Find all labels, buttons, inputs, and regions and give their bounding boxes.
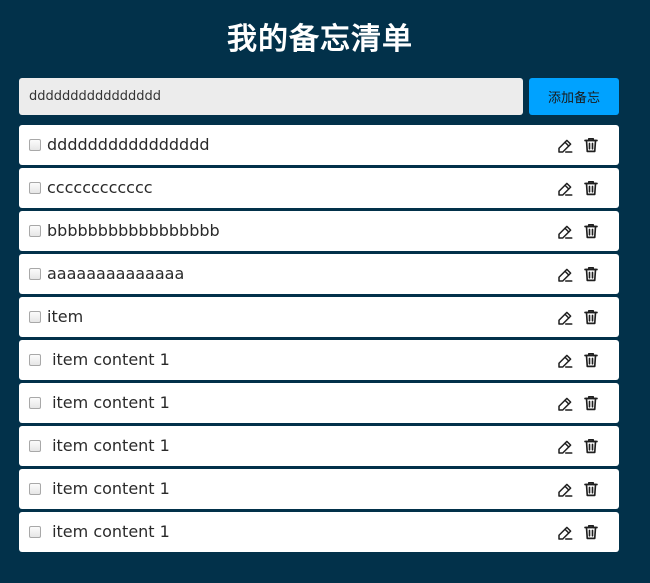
memo-checkbox[interactable] [29,311,41,323]
trash-icon[interactable] [582,394,600,412]
edit-icon[interactable] [556,395,574,413]
add-memo-form: 添加备忘 [19,78,619,115]
memo-checkbox[interactable] [29,440,41,452]
memo-checkbox[interactable] [29,483,41,495]
memo-text: item [47,307,84,326]
memo-item: item content 1 [19,469,619,509]
trash-icon[interactable] [582,222,600,240]
memo-item: aaaaaaaaaaaaaa [19,254,619,294]
memo-text: bbbbbbbbbbbbbbbbb [47,221,220,240]
memo-text: item content 1 [47,350,170,369]
trash-icon[interactable] [582,265,600,283]
memo-item: item [19,297,619,337]
edit-icon[interactable] [556,352,574,370]
memo-checkbox[interactable] [29,268,41,280]
memo-text: item content 1 [47,522,170,541]
memo-item: dddddddddddddddd [19,125,619,165]
memo-text: item content 1 [47,479,170,498]
memo-text: dddddddddddddddd [47,135,210,154]
memo-item: cccccccccccc [19,168,619,208]
memo-checkbox[interactable] [29,139,41,151]
memo-item: item content 1 [19,383,619,423]
add-memo-button[interactable]: 添加备忘 [529,78,619,115]
trash-icon[interactable] [582,179,600,197]
memo-app: 我的备忘清单 添加备忘 dddddddddddddddd ccccccccccc… [0,0,650,583]
edit-icon[interactable] [556,180,574,198]
trash-icon[interactable] [582,351,600,369]
edit-icon[interactable] [556,223,574,241]
memo-checkbox[interactable] [29,182,41,194]
page-title: 我的备忘清单 [227,22,413,57]
memo-checkbox[interactable] [29,526,41,538]
memo-list: dddddddddddddddd cccccccccccc bbbbbbbbbb… [19,125,619,555]
trash-icon[interactable] [582,437,600,455]
memo-text: aaaaaaaaaaaaaa [47,264,185,283]
memo-text: item content 1 [47,436,170,455]
edit-icon[interactable] [556,438,574,456]
edit-icon[interactable] [556,137,574,155]
memo-input[interactable] [19,78,523,115]
memo-item: item content 1 [19,426,619,466]
edit-icon[interactable] [556,266,574,284]
memo-checkbox[interactable] [29,225,41,237]
edit-icon[interactable] [556,524,574,542]
edit-icon[interactable] [556,481,574,499]
trash-icon[interactable] [582,523,600,541]
trash-icon[interactable] [582,308,600,326]
trash-icon[interactable] [582,480,600,498]
memo-checkbox[interactable] [29,397,41,409]
memo-text: item content 1 [47,393,170,412]
memo-item: bbbbbbbbbbbbbbbbb [19,211,619,251]
memo-item: item content 1 [19,340,619,380]
edit-icon[interactable] [556,309,574,327]
memo-text: cccccccccccc [47,178,153,197]
memo-checkbox[interactable] [29,354,41,366]
memo-item: item content 1 [19,512,619,552]
trash-icon[interactable] [582,136,600,154]
